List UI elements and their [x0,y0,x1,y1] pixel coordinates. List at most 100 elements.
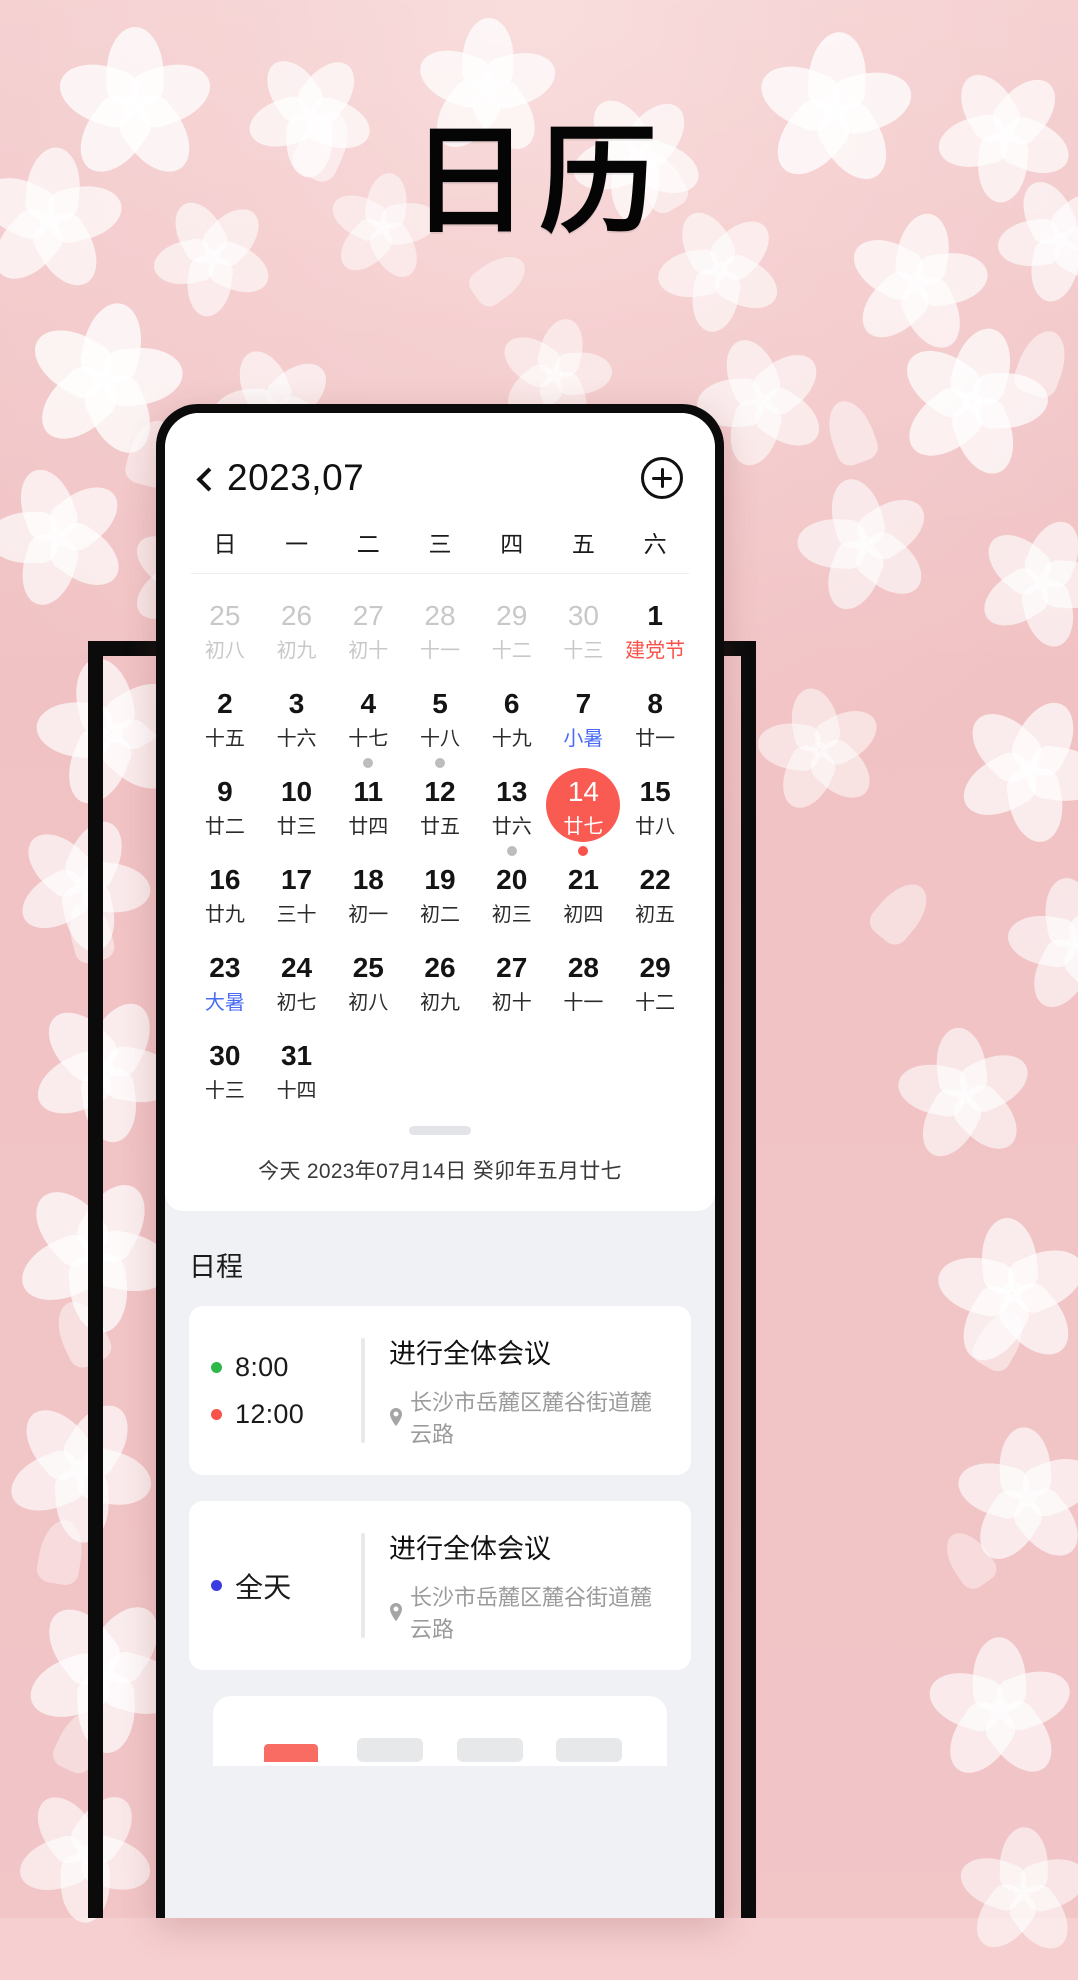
chevron-left-icon[interactable] [195,469,213,487]
event-card[interactable]: 8:00 12:00 进行全体会议 长沙市岳麓区麓谷街道麓云路 [189,1306,691,1475]
calendar-week-row: 23 大暑 24 初七 25 初八 26 初九 27 初十 28 十一 29 十二 [189,936,691,1024]
calendar-day-15[interactable]: 15 廿八 [619,760,691,848]
day-lunar-label: 初一 [348,904,389,926]
outline-bar-left [88,641,103,1918]
day-lunar-label: 十一 [563,992,604,1014]
calendar-day-23[interactable]: 23 大暑 [189,936,261,1024]
day-lunar-label: 廿四 [348,816,389,838]
calendar-week-row: 2 十五 3 十六 4 十七 5 十八 6 十九 7 小暑 8 廿一 [189,672,691,760]
day-number: 26 [424,952,456,983]
calendar-day-18[interactable]: 18 初一 [332,848,404,936]
calendar-day-16[interactable]: 16 廿九 [189,848,261,936]
calendar-day-30[interactable]: 30 十三 [548,584,620,672]
day-lunar-label: 十八 [419,728,460,750]
calendar-day-21[interactable]: 21 初四 [548,846,620,936]
day-lunar-label: 廿九 [204,904,245,926]
calendar-day-3[interactable]: 3 十六 [261,672,333,760]
calendar-header-left[interactable]: 2023,07 [195,457,364,499]
calendar-week-row: 25 初八 26 初九 27 初十 28 十一 29 十二 30 十三 1 建党节 [189,584,691,672]
day-number: 4 [360,688,377,719]
calendar-day-22[interactable]: 22 初五 [619,848,691,936]
weekday-label-1: 一 [285,531,309,557]
calendar-day-17[interactable]: 17 三十 [261,848,333,936]
event-dot [434,758,445,768]
day-lunar-label: 大暑 [204,992,245,1014]
day-number: 21 [567,864,599,895]
day-number: 20 [496,864,528,895]
day-number: 12 [424,776,456,807]
day-number: 8 [647,688,663,719]
drag-handle[interactable] [409,1126,471,1135]
day-lunar-label: 十一 [419,640,460,662]
plus-circle-icon[interactable] [641,457,683,499]
calendar-day-26[interactable]: 26 初九 [404,936,476,1024]
calendar-day-12[interactable]: 12 廿五 [404,758,476,848]
day-lunar-label: 十四 [276,1080,317,1102]
day-number: 18 [352,864,384,895]
calendar-day-2[interactable]: 2 十五 [189,672,261,760]
calendar-day-24[interactable]: 24 初七 [261,936,333,1024]
schedule-section: 日程 8:00 12:00 进行全体会议 长沙市岳麓区麓谷街道麓云路 全天 进行全体会议长… [165,1211,715,1766]
calendar-day-29[interactable]: 29 十二 [476,584,548,672]
calendar-day-26[interactable]: 26 初九 [261,584,333,672]
day-number: 14 [567,776,599,807]
day-lunar-label: 初八 [348,992,389,1014]
calendar-day-29[interactable]: 29 十二 [619,936,691,1024]
event-location-text: 长沙市岳麓区麓谷街道麓云路 [410,1390,653,1447]
map-pin-icon [390,1603,402,1621]
day-lunar-label: 十五 [204,728,245,750]
day-number: 10 [280,776,313,807]
event-accent-bar [361,1533,365,1638]
calendar-day-6[interactable]: 6 十九 [476,672,548,760]
calendar-day-9[interactable]: 9 廿二 [189,760,261,848]
calendar-day-31[interactable]: 31 十四 [261,1024,333,1112]
calendar-day-20[interactable]: 20 初三 [476,846,548,936]
calendar-day-28[interactable]: 28 十一 [404,584,476,672]
calendar-day-7[interactable]: 7 小暑 [548,672,620,760]
event-list: 8:00 12:00 进行全体会议 长沙市岳麓区麓谷街道麓云路 全天 进行全体会议 长沙市岳… [189,1306,691,1670]
event-card[interactable]: 全天 进行全体会议 长沙市岳麓区麓谷街道麓云路 [189,1501,691,1670]
weekday-header-row: 日一二三四五六 [189,525,691,573]
calendar-day-19[interactable]: 19 初二 [404,848,476,936]
weekday-label-4: 四 [500,531,524,557]
calendar-grid: 25 初八 26 初九 27 初十 28 十一 29 十二 30 十三 1 建党节 2 十五 3 十六 4 十七 5 十八… [189,584,691,1112]
day-lunar-label: 初七 [276,992,317,1014]
calendar-day-27[interactable]: 27 初十 [476,936,548,1024]
day-number: 1 [647,600,663,631]
year-month-label[interactable]: 2023,07 [227,457,364,499]
event-time-dot [211,1361,222,1373]
calendar-day-25[interactable]: 25 初八 [189,584,261,672]
calendar-day-14[interactable]: 14 廿七 [546,760,621,848]
day-lunar-label: 初九 [276,640,317,662]
event-time-label: 8:00 [235,1351,289,1382]
calendar-day-10[interactable]: 10 廿三 [261,760,333,848]
day-lunar-label: 十二 [491,640,532,662]
day-lunar-label: 十九 [491,728,532,750]
calendar-day-4[interactable]: 4 十七 [332,672,404,760]
calendar-day-11[interactable]: 11 廿四 [332,758,404,848]
next-card-peek[interactable] [213,1696,667,1766]
event-location: 长沙市岳麓区麓谷街道麓云路 [389,1385,669,1449]
today-summary: 今天 2023年07月14日 癸卯年五月廿七 [258,1160,622,1183]
calendar-day-30[interactable]: 30 十三 [189,1024,261,1112]
event-time-dot [211,1580,222,1591]
calendar-header: 2023,07 [189,457,691,499]
calendar-day-28[interactable]: 28 十一 [548,936,620,1024]
day-lunar-label: 十七 [348,728,389,750]
weekday-label-6: 六 [643,531,667,557]
phone-screen: 2023,07 日一二三四五六 25 初八 26 初九 27 初十 28 十一 29 十二 30 十三… [165,413,715,1918]
map-pin-icon [390,1408,402,1426]
calendar-day-27[interactable]: 27 初十 [332,584,404,672]
day-lunar-label: 初十 [348,640,389,662]
outline-bar-right [741,641,756,1918]
calendar-day-25[interactable]: 25 初八 [332,936,404,1024]
day-lunar-label: 初五 [635,904,676,926]
day-number: 5 [432,688,448,719]
day-lunar-label: 建党节 [625,640,686,662]
calendar-day-5[interactable]: 5 十八 [404,672,476,760]
calendar-day-8[interactable]: 8 廿一 [619,672,691,760]
calendar-day-13[interactable]: 13 廿六 [476,760,548,848]
calendar-day-1[interactable]: 1 建党节 [619,584,691,672]
calendar-card: 2023,07 日一二三四五六 25 初八 26 初九 27 初十 28 十一 29 十二 30 十三… [165,413,715,1211]
event-title: 进行全体会议 [389,1534,551,1564]
